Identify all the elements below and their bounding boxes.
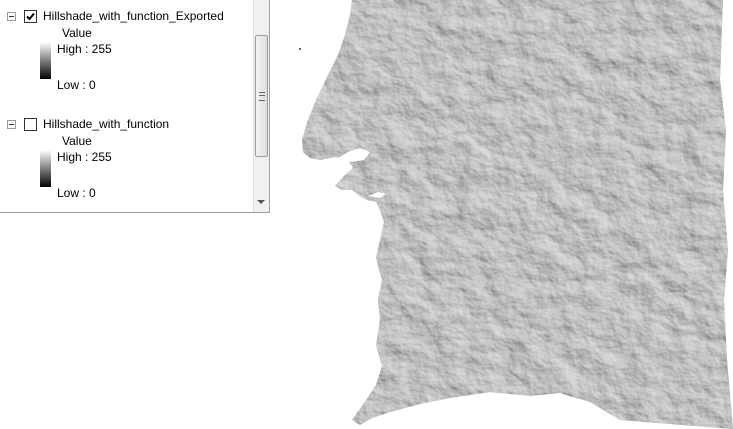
legend-heading: Value <box>62 134 92 148</box>
layer-visibility-checkbox[interactable] <box>24 118 37 131</box>
layer-name[interactable]: Hillshade_with_function_Exported <box>43 9 224 23</box>
grip-lines-icon <box>259 92 265 101</box>
checkmark-icon <box>26 12 35 21</box>
collapse-minus-icon[interactable] <box>7 120 16 129</box>
hillshade-map[interactable] <box>290 0 733 429</box>
color-ramp-swatch[interactable] <box>40 150 51 187</box>
legend-high-label: High : 255 <box>57 42 112 56</box>
scrollbar-thumb[interactable] <box>255 35 268 157</box>
legend-high-label: High : 255 <box>57 150 112 164</box>
color-ramp-swatch[interactable] <box>40 42 51 79</box>
table-of-contents: Hillshade_with_function_Exported Value H… <box>0 0 270 213</box>
legend-low-label: Low : 0 <box>57 186 96 200</box>
toc-scrollbar[interactable] <box>253 0 269 212</box>
legend-low-label: Low : 0 <box>57 78 96 92</box>
land-area <box>302 0 733 429</box>
layer-name[interactable]: Hillshade_with_function <box>43 117 169 131</box>
map-speck <box>299 48 301 50</box>
collapse-minus-icon[interactable] <box>7 12 16 21</box>
layer-row[interactable]: Hillshade_with_function <box>0 116 252 132</box>
triangle-down-icon[interactable] <box>257 200 265 204</box>
layer-row[interactable]: Hillshade_with_function_Exported <box>0 8 252 24</box>
layer-visibility-checkbox[interactable] <box>24 10 37 23</box>
legend-heading: Value <box>62 26 92 40</box>
